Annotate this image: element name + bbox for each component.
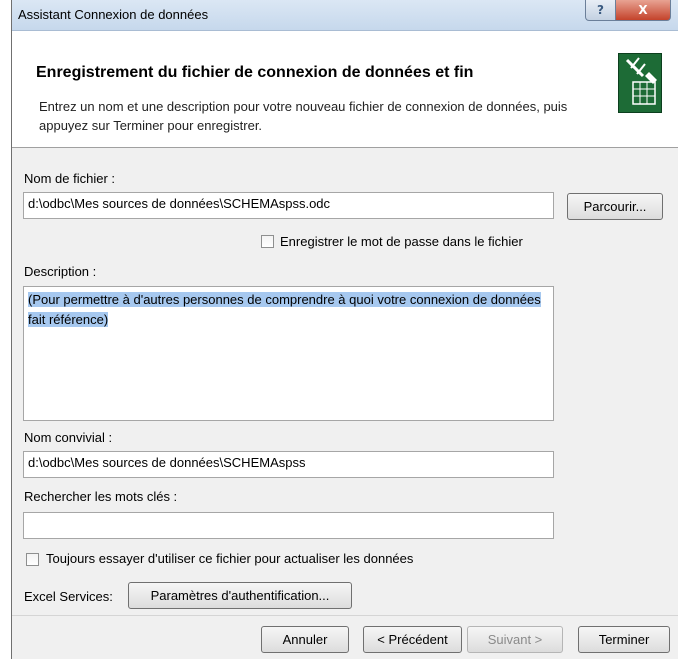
footer-divider bbox=[12, 615, 678, 616]
window-title: Assistant Connexion de données bbox=[18, 7, 209, 22]
page-description: Entrez un nom et une description pour vo… bbox=[39, 99, 568, 133]
always-use-file-label[interactable]: Toujours essayer d'utiliser ce fichier p… bbox=[46, 551, 413, 566]
wizard-header: Enregistrement du fichier de connexion d… bbox=[12, 31, 678, 148]
description-label: Description : bbox=[24, 264, 97, 279]
keywords-input[interactable] bbox=[23, 512, 554, 539]
close-button[interactable]: X bbox=[615, 0, 671, 21]
browse-button[interactable]: Parcourir... bbox=[567, 193, 663, 220]
file-name-input[interactable]: d:\odbc\Mes sources de données\SCHEMAsps… bbox=[23, 192, 554, 219]
authentication-settings-button[interactable]: Paramètres d'authentification... bbox=[128, 582, 352, 609]
save-password-label[interactable]: Enregistrer le mot de passe dans le fich… bbox=[280, 234, 523, 249]
keywords-label: Rechercher les mots clés : bbox=[24, 489, 178, 504]
file-name-label: Nom de fichier : bbox=[24, 171, 116, 186]
data-connection-wizard-window: Assistant Connexion de données ? X Enreg… bbox=[11, 0, 678, 659]
previous-button[interactable]: < Précédent bbox=[363, 626, 462, 653]
description-textarea[interactable]: (Pour permettre à d'autres personnes de … bbox=[23, 286, 554, 421]
finish-button[interactable]: Terminer bbox=[578, 626, 670, 653]
description-text: (Pour permettre à d'autres personnes de … bbox=[28, 292, 541, 327]
plug-grid-icon bbox=[619, 54, 661, 112]
next-button: Suivant > bbox=[467, 626, 563, 653]
excel-services-label: Excel Services: bbox=[24, 589, 113, 604]
title-bar[interactable]: Assistant Connexion de données ? X bbox=[12, 0, 678, 31]
close-icon: X bbox=[638, 3, 648, 17]
page-title: Enregistrement du fichier de connexion d… bbox=[36, 64, 474, 81]
cancel-button[interactable]: Annuler bbox=[261, 626, 349, 653]
friendly-name-input[interactable]: d:\odbc\Mes sources de données\SCHEMAsps… bbox=[23, 451, 554, 478]
data-connection-wizard-icon bbox=[618, 53, 662, 113]
help-icon: ? bbox=[597, 3, 604, 17]
friendly-name-label: Nom convivial : bbox=[24, 430, 113, 445]
help-button[interactable]: ? bbox=[585, 0, 616, 21]
always-use-file-checkbox[interactable] bbox=[26, 553, 39, 566]
save-password-checkbox[interactable] bbox=[261, 235, 274, 248]
